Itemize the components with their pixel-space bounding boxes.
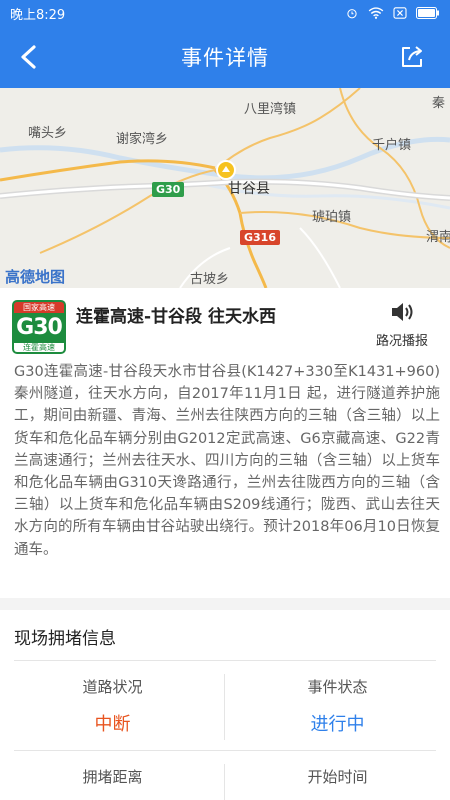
share-button[interactable] <box>396 41 428 73</box>
map-label-xiantou: 嘴头乡 <box>28 126 68 141</box>
congestion-title: 现场拥堵信息 <box>14 629 116 649</box>
shield-code: G30 <box>14 313 64 343</box>
event-status-value: 进行中 <box>310 714 365 735</box>
traffic-broadcast-label: 路况播报 <box>375 334 428 349</box>
event-status-label: 事件状态 <box>307 678 368 696</box>
map-label-xiejiawan: 谢家湾乡 <box>116 132 169 147</box>
road-badge-g316: G316 <box>240 230 280 245</box>
event-map[interactable]: 八里湾镇 秦 嘴头乡 谢家湾乡 千户镇 G30 甘谷县 琥珀镇 渭南 G316 … <box>0 88 450 288</box>
shield-top-text: 国家高速 <box>14 302 64 313</box>
share-icon <box>402 46 422 67</box>
amap-logo: 高德地图 <box>5 268 66 286</box>
battery-icon <box>416 7 439 19</box>
map-label-qianhu: 千户镇 <box>372 138 412 153</box>
divider <box>14 750 436 751</box>
wifi-icon <box>368 7 384 19</box>
congestion-distance-label: 拥堵距离 <box>82 768 143 786</box>
road-status-label: 道路状况 <box>82 678 143 696</box>
congestion-info: 现场拥堵信息 道路状况 中断 事件状态 进行中 拥堵距离 开始时间 <box>0 610 450 800</box>
highway-shield-icon: 国家高速 G30 连霍高速 <box>12 300 66 354</box>
map-label-qin: 秦 <box>432 96 446 111</box>
speaker-icon <box>392 303 413 321</box>
map-label-hupo: 琥珀镇 <box>312 210 352 225</box>
status-bar: 晚上8:29 <box>0 0 450 26</box>
status-icons <box>344 7 440 19</box>
back-button[interactable] <box>10 39 46 75</box>
status-time: 晚上8:29 <box>10 7 66 23</box>
road-badge-g30: G30 <box>152 182 185 197</box>
event-card: 国家高速 G30 连霍高速 连霍高速-甘谷段 往天水西 路况播报 G30连霍高速… <box>0 288 450 598</box>
map-label-wei: 渭南 <box>426 230 450 245</box>
traffic-broadcast-button[interactable]: 路况播报 <box>368 300 436 352</box>
map-label-balixian: 八里湾镇 <box>244 102 297 117</box>
start-time-label: 开始时间 <box>307 768 368 786</box>
chevron-left-icon <box>21 45 36 69</box>
map-label-gangu: 甘谷县 <box>228 181 270 197</box>
shield-bottom-text: 连霍高速 <box>14 343 64 352</box>
event-title: 连霍高速-甘谷段 往天水西 <box>76 307 276 327</box>
page-title: 事件详情 <box>181 46 269 70</box>
alarm-icon <box>347 9 357 19</box>
map-label-gupo: 古坡乡 <box>190 272 230 287</box>
no-sim-icon <box>393 7 407 19</box>
map-roads <box>0 88 450 288</box>
event-description: G30连霍高速-甘谷段天水市甘谷县(K1427+330至K1431+960)秦州… <box>14 364 440 558</box>
divider <box>14 660 436 661</box>
road-status-value: 中断 <box>94 714 131 735</box>
nav-bar: 事件详情 <box>0 26 450 88</box>
